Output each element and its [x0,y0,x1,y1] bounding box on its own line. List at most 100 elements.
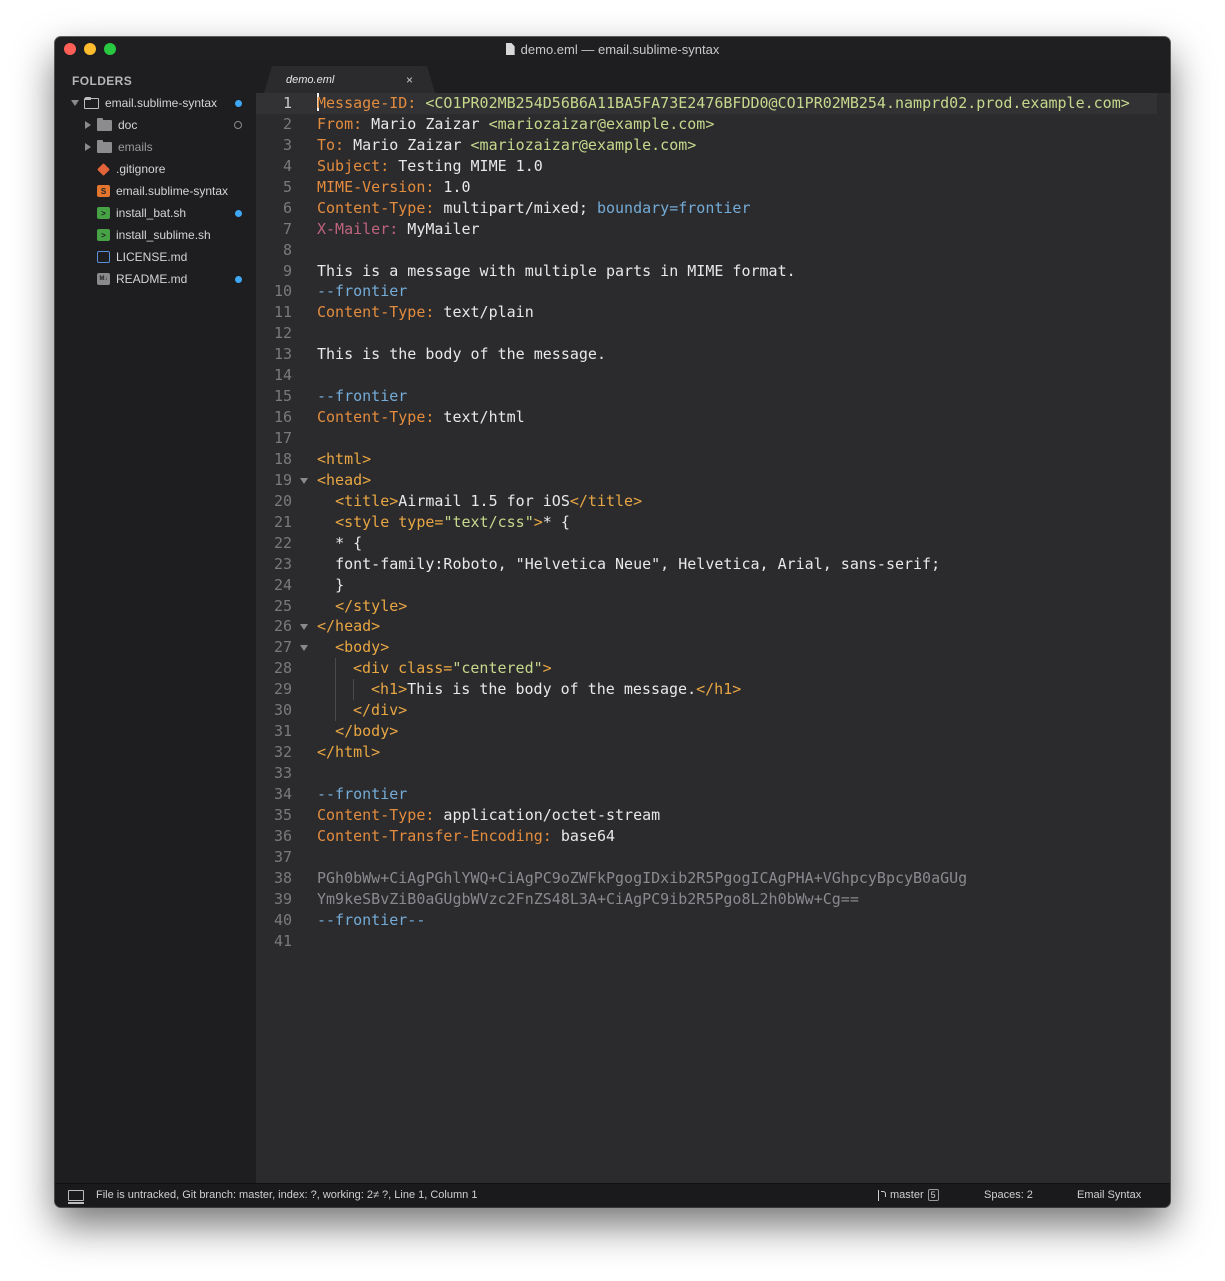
boundary-marker: --frontier-- [317,910,426,929]
tree-item-license[interactable]: LICENSE.md [55,246,256,268]
code-line[interactable]: * { [317,533,1157,554]
code-line[interactable] [317,763,1157,784]
code-editor[interactable]: 1 2 3 4 5 6 7 8 9 10 11 12 13 14 15 16 17 18 19 20 21 22 23 24 2… [256,93,1170,1183]
code-line[interactable] [317,428,1157,449]
code-line[interactable]: <title>Airmail 1.5 for iOS</title> [317,491,1157,512]
git-branch-status[interactable]: master 5 [878,1189,939,1201]
syntax-selector[interactable]: Email Syntax [1077,1189,1141,1201]
code-line[interactable]: Subject: Testing MIME 1.0 [317,156,1157,177]
code-line[interactable]: <h1>This is the body of the message.</h1… [317,679,1157,701]
line-number: 20 [273,491,292,510]
code-line[interactable]: font-family:Roboto, "Helvetica Neue", He… [317,554,1157,575]
html-tag: <body> [335,638,390,657]
code-line[interactable]: Content-Type: multipart/mixed; boundary=… [317,198,1157,219]
code-line[interactable]: <head> [317,470,1157,491]
tree-item-doc[interactable]: doc [55,114,256,136]
chevron-right-icon[interactable] [83,120,93,130]
css-text: * { [335,533,363,552]
chevron-down-icon[interactable] [70,98,80,108]
folder-icon [97,139,112,153]
code-line[interactable]: --frontier [317,784,1157,805]
code-line[interactable]: X-Mailer: MyMailer [317,219,1157,240]
code-line[interactable]: <style type="text/css">* { [317,512,1157,533]
close-window-button[interactable] [64,43,76,55]
tab-demo-eml[interactable]: demo.eml × [272,66,427,93]
code-line[interactable]: </div> [317,700,1157,722]
line-number: 9 [282,261,292,280]
code-line[interactable]: --frontier [317,281,1157,302]
line-number: 7 [282,219,292,238]
code-line[interactable]: Content-Type: application/octet-stream [317,805,1157,826]
line-number-gutter: 1 2 3 4 5 6 7 8 9 10 11 12 13 14 15 16 17 18 19 20 21 22 23 24 2… [256,93,316,1183]
code-line[interactable]: To: Mario Zaizar <mariozaizar@example.co… [317,135,1157,156]
base64-data: Ym9keSBvZiB0aGUgbWVzc2FnZS48L3A+CiAgPC9i… [317,889,859,908]
code-line[interactable]: MIME-Version: 1.0 [317,177,1157,198]
code-line[interactable] [317,240,1157,261]
code-line[interactable]: Content-Transfer-Encoding: base64 [317,826,1157,847]
line-number: 33 [273,764,292,782]
code-line[interactable] [317,931,1157,952]
html-tag: <head> [317,470,372,489]
code-line[interactable] [317,847,1157,868]
html-tag: <div [353,659,399,678]
line-number: 3 [282,135,292,154]
tree-item-readme[interactable]: M↓ README.md [55,268,256,290]
code-line[interactable]: This is a message with multiple parts in… [317,261,1157,282]
boundary-marker: --frontier [317,784,408,803]
code-line[interactable] [317,365,1157,386]
code-line[interactable]: </head> [317,616,1157,637]
tree-item-sublime-syntax[interactable]: S email.sublime-syntax [55,180,256,202]
tab-bar: demo.eml × [256,61,1170,93]
code-line[interactable]: <div class="centered"> [317,658,1157,680]
code-line[interactable]: <body> [317,637,1157,658]
code-area[interactable]: Message-ID: <CO1PR02MB254D56B6A11BA5FA73… [317,93,1157,1183]
sidebar: FOLDERS email.sublime-syntax doc emails [55,61,256,1183]
untracked-ring-icon [234,121,242,129]
line-number: 22 [273,533,292,552]
code-line[interactable]: PGh0bWw+CiAgPGhlYWQ+CiAgPC9oZWFkPgogIDxi… [317,868,1157,889]
code-line[interactable]: </body> [317,721,1157,742]
header-value: text/html [434,408,525,427]
branch-count-badge: 5 [927,1189,939,1201]
line-number: 34 [273,784,292,803]
panel-toggle-icon[interactable] [68,1190,84,1204]
indentation-setting[interactable]: Spaces: 2 [984,1189,1033,1201]
minimize-window-button[interactable] [84,43,96,55]
code-line[interactable]: <html> [317,449,1157,470]
code-line[interactable]: } [317,575,1157,596]
code-line[interactable]: Ym9keSBvZiB0aGUgbWVzc2FnZS48L3A+CiAgPC9i… [317,889,1157,910]
code-line[interactable]: </html> [317,742,1157,763]
boundary-marker: --frontier [317,387,408,406]
line-number: 25 [273,596,292,615]
line-number: 18 [273,449,292,468]
close-tab-icon[interactable]: × [406,73,413,87]
code-line[interactable]: This is the body of the message. [317,344,1157,365]
header-value: Testing MIME 1.0 [389,156,543,175]
zoom-window-button[interactable] [104,43,116,55]
chevron-right-icon[interactable] [83,142,93,152]
tree-item-install-sublime[interactable]: > install_sublime.sh [55,224,256,246]
header-value: Mario Zaizar [344,135,471,154]
code-line[interactable]: </style> [317,596,1157,617]
tree-item-gitignore[interactable]: .gitignore [55,158,256,180]
tree-item-root-folder[interactable]: email.sublime-syntax [55,92,256,114]
code-line[interactable]: From: Mario Zaizar <mariozaizar@example.… [317,114,1157,135]
code-line[interactable]: --frontier-- [317,910,1157,931]
code-line[interactable]: Message-ID: <CO1PR02MB254D56B6A11BA5FA73… [317,93,1157,114]
code-line[interactable]: Content-Type: text/plain [317,302,1157,323]
css-text: font-family:Roboto, "Helvetica Neue", He… [335,554,941,573]
code-line[interactable] [317,323,1157,344]
shell-script-icon: > [97,229,110,241]
header-key: Message-ID: [317,94,417,112]
header-value: base64 [551,826,616,845]
code-line[interactable]: --frontier [317,386,1157,407]
tree-item-emails[interactable]: emails [55,136,256,158]
tree-item-label: LICENSE.md [116,250,188,264]
tree-item-install-bat[interactable]: > install_bat.sh [55,202,256,224]
css-text: * { [542,512,570,531]
line-number: 8 [282,240,292,259]
line-number: 32 [273,743,292,762]
indent-guide [335,700,353,722]
code-line[interactable]: Content-Type: text/html [317,407,1157,428]
tree-item-label: email.sublime-syntax [116,184,229,198]
